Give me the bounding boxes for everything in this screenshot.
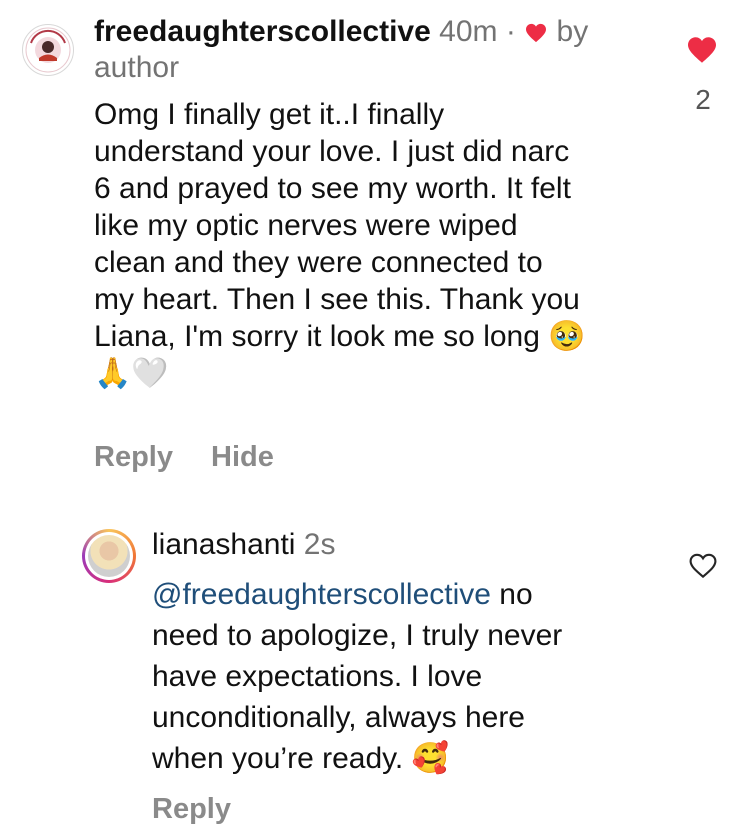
like-count[interactable]: 2 [690,84,716,116]
like-outline-icon[interactable] [688,553,718,579]
comment-text: Omg I finally get it..I finally understa… [94,96,654,392]
smiling-hearts-emoji: 🥰 [411,741,449,776]
reply-username[interactable]: lianashanti [152,528,295,561]
like-filled-icon[interactable] [686,36,718,64]
comment-line: 6 and prayed to see my worth. It felt [94,172,571,205]
comment-line: understand your love. I just did narc [94,135,570,168]
reply-line-last: when you’re ready. 🥰 [152,738,652,779]
comment-username[interactable]: freedaughterscollective [94,15,431,48]
prayer-heart-emoji: 🙏🤍 [94,356,169,391]
avatar-photo [88,535,130,577]
liked-by-label: by [556,15,589,48]
reply-button[interactable]: Reply [152,793,231,825]
hide-button[interactable]: Hide [211,441,274,473]
comment-line: like my optic nerves were wiped [94,209,518,242]
mention-link[interactable]: @freedaughterscollective [152,578,491,611]
reply-line-rest: no [490,578,533,611]
reply-time: 2s [303,528,336,561]
reply-first-line: @freedaughterscollective no [152,574,652,615]
comment-line-last: Liana, I'm sorry it look me so long 🥹 [94,318,654,355]
meta-separator: · [505,15,516,48]
reply-line: unconditionally, always here [152,701,525,734]
reply-text: @freedaughterscollective no need to apol… [152,574,652,779]
reply-actions: Reply [152,793,231,826]
avatar-logo-icon [25,27,71,73]
comment-header: freedaughterscollective 40m · by author [94,14,654,86]
comment-actions: Reply Hide [94,441,304,474]
reply-button[interactable]: Reply [94,441,173,473]
comment-line-text: Liana, I'm sorry it look me so long [94,320,540,353]
comment-line: clean and they were connected to [94,246,543,279]
comment-line: my heart. Then I see this. Thank you [94,283,580,316]
avatar[interactable] [22,24,74,76]
reply-line: need to apologize, I truly never [152,619,563,652]
comment-line: Omg I finally get it..I finally [94,98,445,131]
reply-avatar[interactable] [82,529,136,583]
reply-line-text: when you’re ready. [152,742,412,775]
heart-filled-icon [526,23,547,43]
reply-line: have expectations. I love [152,660,483,693]
pleading-face-emoji: 🥹 [548,319,586,354]
reply-header: lianashanti 2s [152,527,335,563]
author-label: author [94,51,180,84]
comment-time: 40m [439,15,498,48]
